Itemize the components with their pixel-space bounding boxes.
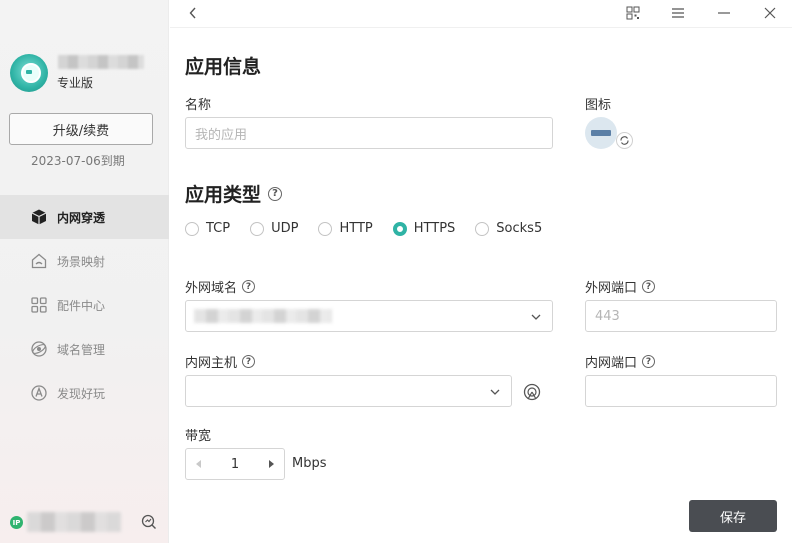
int-host-label: 内网主机 ? bbox=[185, 352, 256, 371]
icon-label: 图标 bbox=[585, 98, 612, 113]
back-icon[interactable] bbox=[184, 4, 202, 22]
sidebar-item-label: 场景映射 bbox=[57, 254, 106, 269]
radio-dot-checked bbox=[392, 221, 407, 236]
int-host-label-text: 内网主机 bbox=[185, 356, 238, 371]
sidebar-item-intranet[interactable]: 内网穿透 bbox=[0, 195, 169, 239]
bandwidth-value[interactable]: 1 bbox=[231, 457, 239, 472]
section-title-app-type-text: 应用类型 bbox=[185, 184, 262, 206]
radio-dot bbox=[185, 221, 199, 236]
refresh-icon[interactable] bbox=[616, 132, 633, 149]
house-icon bbox=[30, 252, 48, 270]
app-type-radio-group: TCP UDP HTTP HTTPS Socks5 bbox=[185, 221, 562, 236]
radio-https[interactable]: HTTPS bbox=[392, 221, 456, 236]
int-port-label-text: 内网端口 bbox=[585, 356, 638, 371]
bandwidth-stepper[interactable]: 1 bbox=[185, 448, 285, 480]
radio-socks5[interactable]: Socks5 bbox=[475, 221, 542, 236]
blurred-domain-value bbox=[194, 309, 332, 323]
qrcode-icon[interactable] bbox=[622, 3, 644, 23]
app-name-placeholder: 我的应用 bbox=[195, 127, 248, 143]
save-button[interactable]: 保存 bbox=[689, 500, 777, 532]
title-bar bbox=[170, 0, 792, 28]
help-icon[interactable]: ? bbox=[242, 280, 256, 293]
radio-label: HTTPS bbox=[413, 221, 456, 236]
app-icon-preview[interactable] bbox=[585, 117, 617, 149]
speed-check-icon[interactable] bbox=[141, 514, 157, 530]
ext-port-label-text: 外网端口 bbox=[585, 281, 638, 296]
sidebar-nav: 内网穿透 场景映射 配件中心 域名管理 发现好玩 bbox=[0, 195, 169, 415]
radio-label: HTTP bbox=[339, 221, 373, 236]
bandwidth-unit: Mbps bbox=[292, 456, 327, 471]
upgrade-button[interactable]: 升级/续费 bbox=[9, 113, 153, 145]
radio-http[interactable]: HTTP bbox=[318, 221, 373, 236]
radio-label: TCP bbox=[206, 221, 231, 236]
int-port-input[interactable] bbox=[585, 375, 777, 407]
expiry-date: 2023-07-06到期 bbox=[31, 154, 125, 168]
help-icon[interactable]: ? bbox=[642, 355, 656, 368]
sidebar-item-label: 发现好玩 bbox=[57, 386, 106, 401]
radio-udp[interactable]: UDP bbox=[250, 221, 298, 236]
sidebar-item-accessories[interactable]: 配件中心 bbox=[0, 283, 169, 327]
name-label: 名称 bbox=[185, 98, 212, 113]
section-title-app-info: 应用信息 bbox=[185, 56, 262, 78]
app-name-input[interactable]: 我的应用 bbox=[185, 117, 553, 149]
radio-label: Socks5 bbox=[496, 221, 543, 236]
section-title-app-type: 应用类型 ? bbox=[185, 180, 283, 207]
sidebar-item-label: 配件中心 bbox=[57, 298, 106, 313]
ext-port-placeholder: 443 bbox=[595, 308, 620, 324]
ext-port-input[interactable]: 443 bbox=[585, 300, 777, 332]
sidebar-item-label: 域名管理 bbox=[57, 342, 106, 357]
blurred-username bbox=[58, 55, 144, 69]
edition-label: 专业版 bbox=[57, 76, 94, 90]
cube-icon bbox=[30, 208, 48, 226]
radio-dot bbox=[475, 221, 490, 236]
close-icon[interactable] bbox=[759, 3, 781, 23]
ext-domain-label: 外网域名 ? bbox=[185, 277, 256, 296]
ip-badge: IP bbox=[10, 516, 23, 529]
ext-domain-select[interactable] bbox=[185, 300, 553, 332]
radio-dot bbox=[250, 221, 265, 236]
int-port-label: 内网端口 ? bbox=[585, 352, 656, 371]
network-scan-icon[interactable] bbox=[522, 382, 542, 402]
help-icon[interactable]: ? bbox=[268, 186, 283, 201]
help-icon[interactable]: ? bbox=[642, 280, 656, 293]
sidebar: 专业版 升级/续费 2023-07-06到期 内网穿透 场景映射 配件中心 域名… bbox=[0, 0, 169, 543]
chevron-down-icon bbox=[490, 389, 500, 395]
radio-tcp[interactable]: TCP bbox=[185, 221, 230, 236]
sidebar-item-discover[interactable]: 发现好玩 bbox=[0, 371, 169, 415]
blurred-ip-address bbox=[27, 512, 121, 532]
minimize-icon[interactable] bbox=[713, 3, 735, 23]
grid-icon bbox=[30, 296, 48, 314]
int-host-select[interactable] bbox=[185, 375, 512, 407]
sidebar-item-label: 内网穿透 bbox=[57, 210, 106, 225]
ext-domain-label-text: 外网域名 bbox=[185, 281, 238, 296]
avatar[interactable] bbox=[10, 54, 48, 92]
sidebar-item-scene[interactable]: 场景映射 bbox=[0, 239, 169, 283]
menu-icon[interactable] bbox=[667, 3, 689, 23]
decrement-icon[interactable] bbox=[196, 460, 201, 468]
help-icon[interactable]: ? bbox=[242, 355, 256, 368]
compass-icon bbox=[30, 384, 48, 402]
sidebar-item-domains[interactable]: 域名管理 bbox=[0, 327, 169, 371]
globe-icon bbox=[30, 340, 48, 358]
ext-port-label: 外网端口 ? bbox=[585, 277, 656, 296]
chevron-down-icon bbox=[531, 314, 541, 320]
bandwidth-label: 带宽 bbox=[185, 429, 212, 444]
radio-dot bbox=[318, 221, 333, 236]
increment-icon[interactable] bbox=[269, 460, 274, 468]
radio-label: UDP bbox=[271, 221, 299, 236]
